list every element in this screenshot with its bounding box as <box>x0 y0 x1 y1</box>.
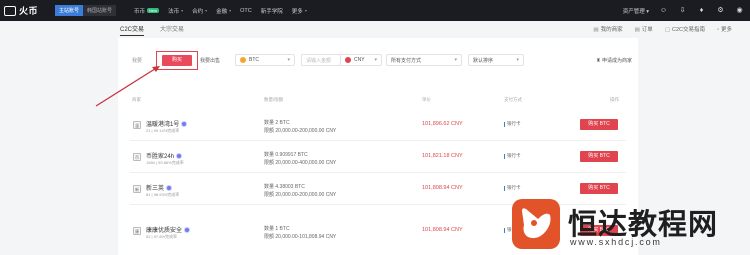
watermark-url: www.sxhdcj.com <box>570 237 662 247</box>
watermark-logo-icon <box>512 199 560 249</box>
watermark: 恒达教程网 www.sxhdcj.com <box>504 191 750 255</box>
